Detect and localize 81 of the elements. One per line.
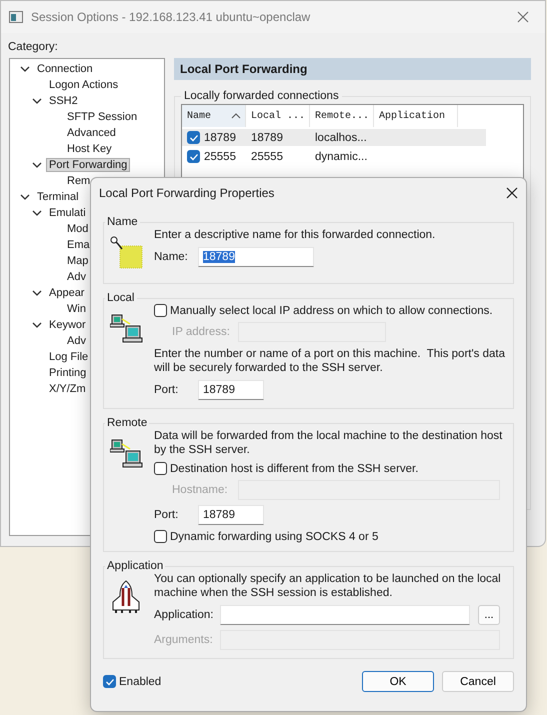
close-icon[interactable]	[506, 187, 518, 199]
tree-item[interactable]: Log File	[46, 350, 92, 364]
port-label: Port:	[154, 384, 180, 396]
tree-item[interactable]: Map	[64, 254, 92, 268]
tree-item[interactable]: Ema	[64, 238, 93, 252]
application-label: Application:	[154, 609, 212, 621]
checkbox[interactable]	[187, 131, 200, 144]
tree-item[interactable]: SSH2	[46, 94, 81, 108]
table-cell-text: localhos...	[314, 132, 368, 144]
group-label: Local	[106, 292, 136, 304]
tree-item[interactable]: Terminal	[34, 190, 82, 204]
app-icon	[9, 11, 23, 23]
checkbox[interactable]	[154, 462, 167, 475]
description-text: Enter the number or name of a port on this machine. This port's data will be securely forwarded to the SSH server.	[154, 347, 506, 375]
table-cell-text: 25555	[250, 150, 284, 162]
checkbox[interactable]	[154, 304, 167, 317]
tree-item[interactable]: Emulati	[46, 206, 89, 220]
window-title: Session Options - 192.168.123.41 ubuntu~openclaw	[31, 10, 312, 24]
group-label: Application	[106, 560, 164, 572]
description-text: You can optionally specify an application to be launched on the local machine when the SSH session is established.	[154, 572, 502, 600]
port-field[interactable]: 18789	[198, 505, 264, 525]
tree-item[interactable]: X/Y/Zm	[46, 382, 89, 396]
column-header[interactable]: Application	[374, 105, 458, 127]
column-header[interactable]: Remote...	[310, 105, 374, 127]
chevron-icon[interactable]	[20, 64, 30, 74]
tree-item[interactable]: Rem	[64, 174, 94, 188]
tree-item[interactable]: Printing	[46, 366, 90, 380]
checkbox[interactable]	[154, 530, 167, 543]
checkbox[interactable]	[187, 150, 200, 163]
list-row[interactable]: 25555 25555 dynamic...	[182, 148, 486, 165]
arguments-label: Arguments:	[154, 634, 212, 646]
port-field[interactable]: 18789	[198, 380, 264, 400]
chevron-icon[interactable]	[32, 288, 42, 298]
chevron-icon[interactable]	[32, 160, 42, 170]
tree-item[interactable]: Keywor	[46, 318, 89, 332]
description-text: Enter a descriptive name for this forwarded connection.	[154, 228, 436, 242]
dialog-button[interactable]: Cancel	[442, 671, 514, 692]
space-shuttle-icon	[110, 580, 142, 614]
destination-host-label: Destination host is different from the SSH server.	[170, 462, 418, 474]
name-label: Name:	[154, 251, 189, 263]
group-label: Name	[106, 216, 139, 228]
table-cell-text: dynamic...	[314, 150, 368, 162]
hostname-label: Hostname:	[172, 484, 229, 496]
application-field[interactable]	[220, 605, 470, 625]
tree-item[interactable]: Mod	[64, 222, 92, 236]
panel-header: Local Port Forwarding	[174, 58, 531, 80]
chevron-icon[interactable]	[20, 192, 30, 202]
enabled-label: Enabled	[119, 676, 162, 688]
tree-item[interactable]: Connection	[34, 62, 96, 76]
tree-item[interactable]: Advanced	[64, 126, 119, 140]
list-row[interactable]: 18789 18789 localhos...	[182, 129, 486, 146]
tree-item[interactable]: Adv	[64, 334, 89, 348]
name-field[interactable]: 18789	[198, 247, 314, 267]
tree-item[interactable]: Port Forwarding	[46, 158, 130, 172]
tree-item[interactable]: Adv	[64, 270, 89, 284]
group-label: Remote	[106, 417, 148, 429]
description-text: Data will be forwarded from the local machine to the destination host by the SSH server.	[154, 429, 504, 457]
chevron-icon[interactable]	[32, 208, 42, 218]
table-cell: 18789	[204, 132, 236, 144]
table-cell-text: 18789	[250, 132, 284, 144]
category-label: Category:	[7, 40, 59, 55]
column-header[interactable]: Name	[182, 105, 246, 127]
column-header[interactable]: Local ...	[246, 105, 310, 127]
tree-item[interactable]: Host Key	[64, 142, 115, 156]
manual-ip-label: Manually select local IP address on which to allow connections.	[170, 304, 493, 316]
chevron-icon[interactable]	[32, 96, 42, 106]
tree-item[interactable]: Appear	[46, 286, 88, 300]
table-cell: 25555	[204, 150, 236, 162]
chevron-icon[interactable]	[32, 320, 42, 330]
dialog-button[interactable]: OK	[362, 671, 434, 692]
sort-icon	[231, 113, 241, 119]
ip-address-label: IP address:	[172, 326, 230, 338]
tree-item[interactable]: Logon Actions	[46, 78, 122, 92]
browse-button[interactable]: ...	[478, 605, 500, 625]
tree-item[interactable]: SFTP Session	[64, 110, 140, 124]
dynamic-forwarding-label: Dynamic forwarding using SOCKS 4 or 5	[170, 530, 378, 542]
group-label: Locally forwarded connections	[183, 90, 340, 102]
dialog-title: Local Port Forwarding Properties	[99, 186, 274, 200]
checkbox[interactable]	[103, 675, 116, 688]
tree-item[interactable]: Win	[64, 302, 89, 316]
port-label: Port:	[154, 509, 180, 521]
